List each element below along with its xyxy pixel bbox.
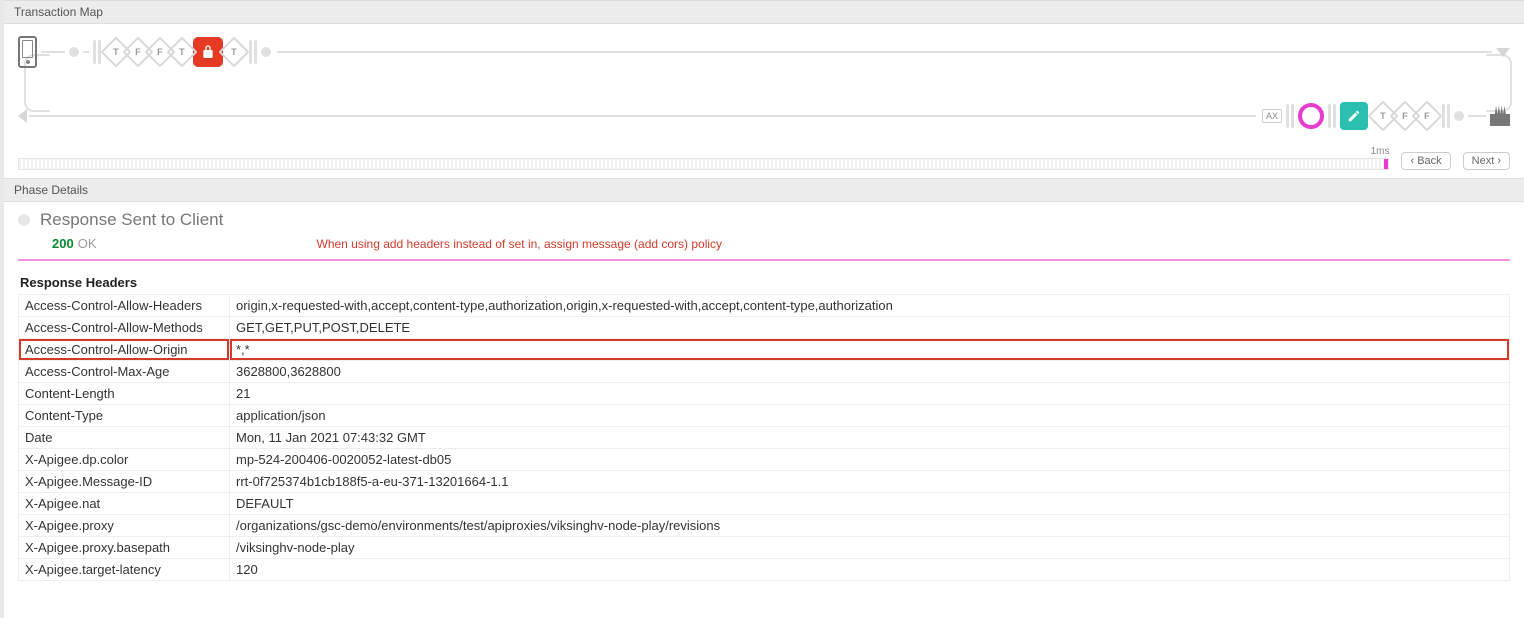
header-name: Access-Control-Allow-Methods [19, 317, 230, 339]
target-post-icon[interactable] [1286, 104, 1294, 128]
response-headers-title: Response Headers [18, 261, 1510, 294]
header-value: 21 [230, 383, 1510, 405]
table-row: Access-Control-Allow-Headersorigin,x-req… [19, 295, 1510, 317]
target-pre-icon[interactable] [1442, 104, 1450, 128]
transaction-map-header: Transaction Map [4, 0, 1524, 24]
response-flow: AX TFF [1262, 102, 1510, 130]
assign-message-policy-icon[interactable] [1340, 102, 1368, 130]
header-value: Mon, 11 Jan 2021 07:43:32 GMT [230, 427, 1510, 449]
header-value: /viksinghv-node-play [230, 537, 1510, 559]
transaction-map[interactable]: TFFTT AX TFF [4, 24, 1524, 152]
header-value: DEFAULT [230, 493, 1510, 515]
table-row: DateMon, 11 Jan 2021 07:43:32 GMT [19, 427, 1510, 449]
table-row: Content-Typeapplication/json [19, 405, 1510, 427]
header-value: 3628800,3628800 [230, 361, 1510, 383]
phase-heading-text: Response Sent to Client [40, 210, 223, 230]
header-name: Access-Control-Max-Age [19, 361, 230, 383]
header-value: 120 [230, 559, 1510, 581]
client-icon[interactable] [18, 36, 37, 68]
header-name: X-Apigee.nat [19, 493, 230, 515]
timeline[interactable]: 1ms [18, 158, 1389, 170]
request-flow: TFFTT [18, 36, 271, 68]
annotation-note: When using add headers instead of set in… [317, 237, 723, 251]
proxy-pre-icon[interactable] [93, 40, 101, 64]
condition-f-icon[interactable]: F [1411, 100, 1442, 131]
table-row: X-Apigee.natDEFAULT [19, 493, 1510, 515]
header-value: mp-524-200406-0020052-latest-db05 [230, 449, 1510, 471]
header-name: Date [19, 427, 230, 449]
table-row: X-Apigee.proxy/organizations/gsc-demo/en… [19, 515, 1510, 537]
status-code: 200 [52, 236, 74, 251]
header-value: /organizations/gsc-demo/environments/tes… [230, 515, 1510, 537]
status-text: OK [78, 236, 97, 251]
status-line: 200 OK When using add headers instead of… [18, 230, 1510, 261]
response-line [29, 115, 1256, 117]
header-name: Content-Type [19, 405, 230, 427]
next-button[interactable]: Next › [1463, 152, 1510, 170]
target-post-icon[interactable] [1328, 104, 1336, 128]
table-row: X-Apigee.proxy.basepath/viksinghv-node-p… [19, 537, 1510, 559]
timeline-label: 1ms [1371, 146, 1390, 157]
header-value: application/json [230, 405, 1510, 427]
header-name: X-Apigee.Message-ID [19, 471, 230, 493]
arrow-down-icon [1496, 48, 1510, 57]
table-row: Access-Control-Max-Age3628800,3628800 [19, 361, 1510, 383]
flow-dot[interactable] [69, 47, 79, 57]
phase-details-header: Phase Details [4, 178, 1524, 202]
header-value: *,* [230, 339, 1510, 361]
header-name: Access-Control-Allow-Headers [19, 295, 230, 317]
header-name: X-Apigee.proxy.basepath [19, 537, 230, 559]
header-value: rrt-0f725374b1cb188f5-a-eu-371-13201664-… [230, 471, 1510, 493]
target-server-icon[interactable] [1490, 106, 1510, 126]
header-name: X-Apigee.target-latency [19, 559, 230, 581]
selected-step-icon[interactable] [1298, 103, 1324, 129]
arrow-left-icon [18, 109, 27, 123]
flow-dot[interactable] [1454, 111, 1464, 121]
header-name: X-Apigee.proxy [19, 515, 230, 537]
phase-dot-icon [18, 214, 30, 226]
table-row: Content-Length21 [19, 383, 1510, 405]
header-value: origin,x-requested-with,accept,content-t… [230, 295, 1510, 317]
header-name: Access-Control-Allow-Origin [19, 339, 230, 361]
flow-dot[interactable] [261, 47, 271, 57]
table-row: X-Apigee.Message-IDrrt-0f725374b1cb188f5… [19, 471, 1510, 493]
trace-panel: Transaction Map TFFTT AX [0, 0, 1524, 618]
table-row: Access-Control-Allow-MethodsGET,GET,PUT,… [19, 317, 1510, 339]
proxy-post-icon[interactable] [249, 40, 257, 64]
request-line [277, 51, 1492, 53]
phase-heading: Response Sent to Client [18, 210, 1510, 230]
header-value: GET,GET,PUT,POST,DELETE [230, 317, 1510, 339]
table-row: X-Apigee.dp.colormp-524-200406-0020052-l… [19, 449, 1510, 471]
timeline-bar[interactable] [18, 158, 1389, 170]
condition-t-icon[interactable]: T [218, 36, 249, 67]
analytics-icon[interactable]: AX [1262, 109, 1282, 123]
header-name: Content-Length [19, 383, 230, 405]
table-row: Access-Control-Allow-Origin*,* [19, 339, 1510, 361]
table-row: X-Apigee.target-latency120 [19, 559, 1510, 581]
back-button[interactable]: ‹ Back [1401, 152, 1450, 170]
header-name: X-Apigee.dp.color [19, 449, 230, 471]
response-headers-table: Access-Control-Allow-Headersorigin,x-req… [18, 294, 1510, 581]
